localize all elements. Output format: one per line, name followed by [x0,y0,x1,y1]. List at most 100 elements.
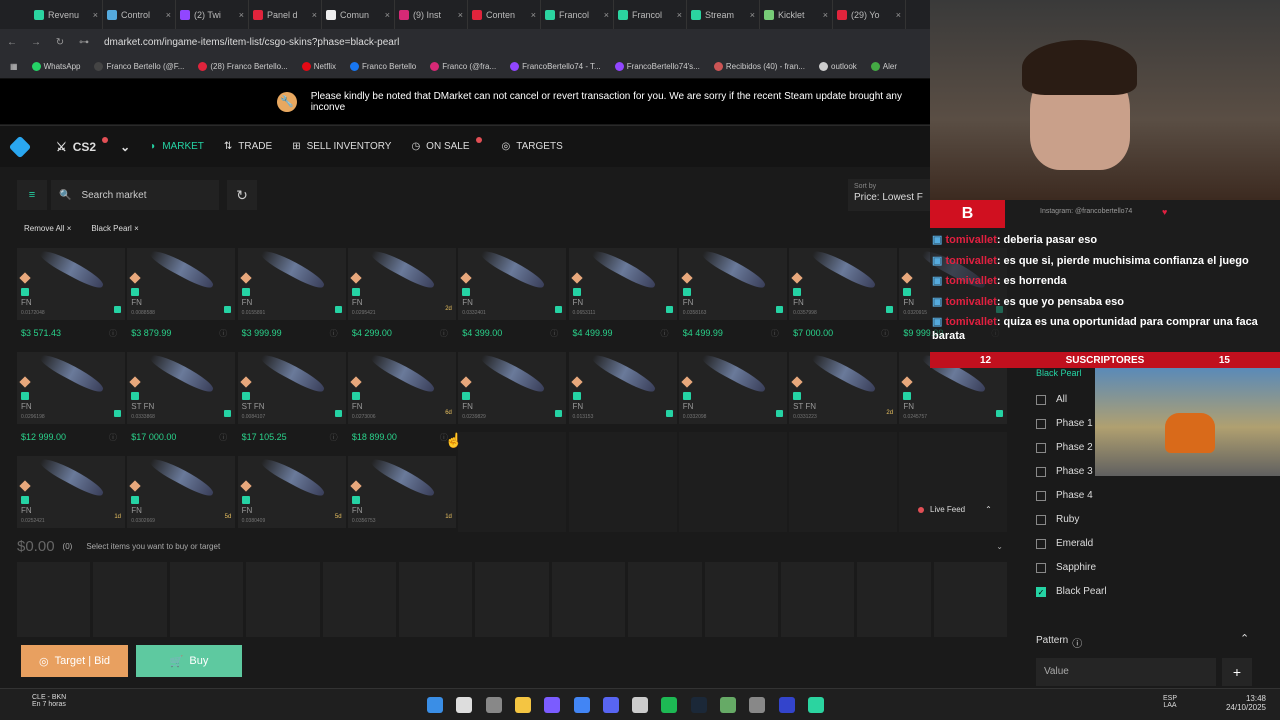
windows-start-icon[interactable] [427,697,443,713]
kick-icon[interactable] [807,697,824,713]
close-icon[interactable]: × [312,10,317,20]
app-icon[interactable] [720,697,736,713]
close-icon[interactable]: × [750,10,755,20]
bookmark-item[interactable]: Franco Bertello (@F... [94,62,184,71]
bookmark-item[interactable]: outlook [819,62,857,71]
browser-tab[interactable]: Francol × [614,0,687,29]
info-icon[interactable]: ⓘ [661,328,669,339]
back-icon[interactable]: ← [0,37,24,48]
item-card[interactable]: FN 0.0252421 1d [17,454,125,528]
weather-widget[interactable]: CLE - BKN En 7 horas [18,694,66,708]
close-icon[interactable]: × [823,10,828,20]
obs-icon[interactable] [632,697,649,713]
browser-tab[interactable]: (2) Twi × [176,0,249,29]
live-feed-toggle[interactable]: Live Feed ⌃ [918,505,992,514]
app-icon[interactable] [544,697,561,713]
close-icon[interactable]: × [385,10,390,20]
close-icon[interactable]: × [677,10,682,20]
info-icon[interactable]: ⓘ [219,328,227,339]
item-card[interactable]: FN 0.0356753 1d [347,454,456,528]
browser-tab[interactable]: Francol × [541,0,614,29]
close-icon[interactable]: × [896,10,901,20]
search-icon[interactable] [456,697,473,713]
item-card[interactable]: ST FN 0.0084107 [237,350,346,424]
bookmark-item[interactable]: FrancoBertello74's... [614,62,700,71]
pattern-value-input[interactable]: Value [1036,658,1216,686]
filter-toggle-button[interactable]: ≡ [17,180,47,210]
browser-tab[interactable]: Control × [103,0,176,29]
close-icon[interactable]: × [604,10,609,20]
sort-select[interactable]: Sort by Price: Lowest F [848,179,930,211]
browser-tab[interactable]: (29) Yo × [833,0,906,29]
nav-trade[interactable]: ⇅ TRADE [224,141,272,152]
nav-sell-inventory[interactable]: ⊞ SELL INVENTORY [292,141,391,152]
target-bid-button[interactable]: ◎ Target | Bid [21,645,128,677]
app-icon[interactable] [749,697,766,713]
browser-tab[interactable]: Panel d × [249,0,322,29]
filter-option[interactable]: Ruby [1036,514,1079,525]
refresh-button[interactable]: ↻ [227,180,257,210]
filter-option[interactable]: Phase 2 [1036,442,1093,453]
chevron-up-icon[interactable]: ⌃ [1240,632,1249,645]
remove-all-chip[interactable]: Remove All × [24,224,71,233]
chrome-icon[interactable] [573,697,590,713]
browser-tab[interactable]: Comun × [322,0,395,29]
nav-market[interactable]: ◗ MARKET [150,141,204,152]
spotify-icon[interactable] [661,697,678,713]
forward-icon[interactable]: → [24,37,48,48]
game-selector[interactable]: ⚔ CS2 ⌄ [56,136,130,154]
item-card[interactable]: FN 0.0273006 6d [347,350,456,424]
info-icon[interactable]: ⓘ [109,328,117,339]
filter-option[interactable]: Phase 3 [1036,466,1093,477]
bookmark-item[interactable]: Franco Bertello [350,62,416,71]
info-icon[interactable]: ⓘ [771,328,779,339]
reload-icon[interactable]: ↻ [48,37,72,48]
info-icon[interactable]: ⓘ [109,432,117,443]
dmarket-logo[interactable] [8,135,32,158]
task-view-icon[interactable] [485,697,502,713]
nav-targets[interactable]: ◎ TARGETS [502,141,563,152]
item-card[interactable]: FN 0.0332401 [458,246,567,320]
item-card[interactable]: FN 0.0357998 [789,246,898,320]
filter-option[interactable]: Phase 1 [1036,418,1093,429]
info-icon[interactable]: ⓘ [330,328,338,339]
item-card[interactable]: FN 0.013153 [568,350,677,424]
filter-option[interactable]: All [1036,394,1067,405]
add-pattern-button[interactable]: + [1222,658,1252,686]
info-icon[interactable]: ⓘ [550,328,558,339]
item-card[interactable]: FN 0.0302669 5d [127,454,236,528]
checkbox[interactable] [1036,490,1046,501]
language-indicator[interactable]: ESP LAA [1160,695,1180,709]
browser-tab[interactable]: Kicklet × [760,0,833,29]
item-card[interactable]: FN 0.0155891 [237,246,346,320]
bookmark-item[interactable]: Franco (@fra... [430,62,496,71]
pattern-section[interactable]: Pattern ⓘ [1036,635,1082,650]
checkbox[interactable] [1036,466,1046,477]
item-card[interactable]: FN 0.0653111 [568,246,677,320]
bookmark-item[interactable]: WhatsApp [31,62,80,71]
item-card[interactable]: FN 0.0358163 [678,246,787,320]
info-icon[interactable]: ⓘ [881,328,889,339]
filter-option[interactable]: Sapphire [1036,562,1096,573]
checkbox[interactable]: ✓ [1036,586,1046,597]
item-card[interactable]: FN 0.0295421 2d [347,246,456,320]
bookmark-item[interactable]: Aler [870,62,897,71]
bookmark-item[interactable]: Netflix [301,62,336,71]
item-card[interactable]: FN 0.0296198 [17,350,125,424]
bookmark-item[interactable]: (28) Franco Bertello... [198,62,288,71]
system-clock[interactable]: 13:48 24/10/2025 [1226,694,1266,712]
url-field[interactable]: dmarket.com/ingame-items/item-list/csgo-… [104,37,399,48]
item-card[interactable]: FN 0.0088588 [127,246,236,320]
checkbox[interactable] [1036,562,1046,573]
browser-tab[interactable]: Revenu × [30,0,103,29]
file-explorer-icon[interactable] [514,697,531,713]
close-icon[interactable]: × [531,10,536,20]
browser-tab[interactable]: Stream × [687,0,760,29]
item-card[interactable]: ST FN 0.0333868 [127,350,236,424]
close-icon[interactable]: × [458,10,463,20]
item-card[interactable]: FN 0.0239829 [458,350,567,424]
checkbox[interactable] [1036,514,1046,525]
checkbox[interactable] [1036,538,1046,549]
checkbox[interactable] [1036,418,1046,429]
black-pearl-chip[interactable]: Black Pearl × [91,224,138,233]
